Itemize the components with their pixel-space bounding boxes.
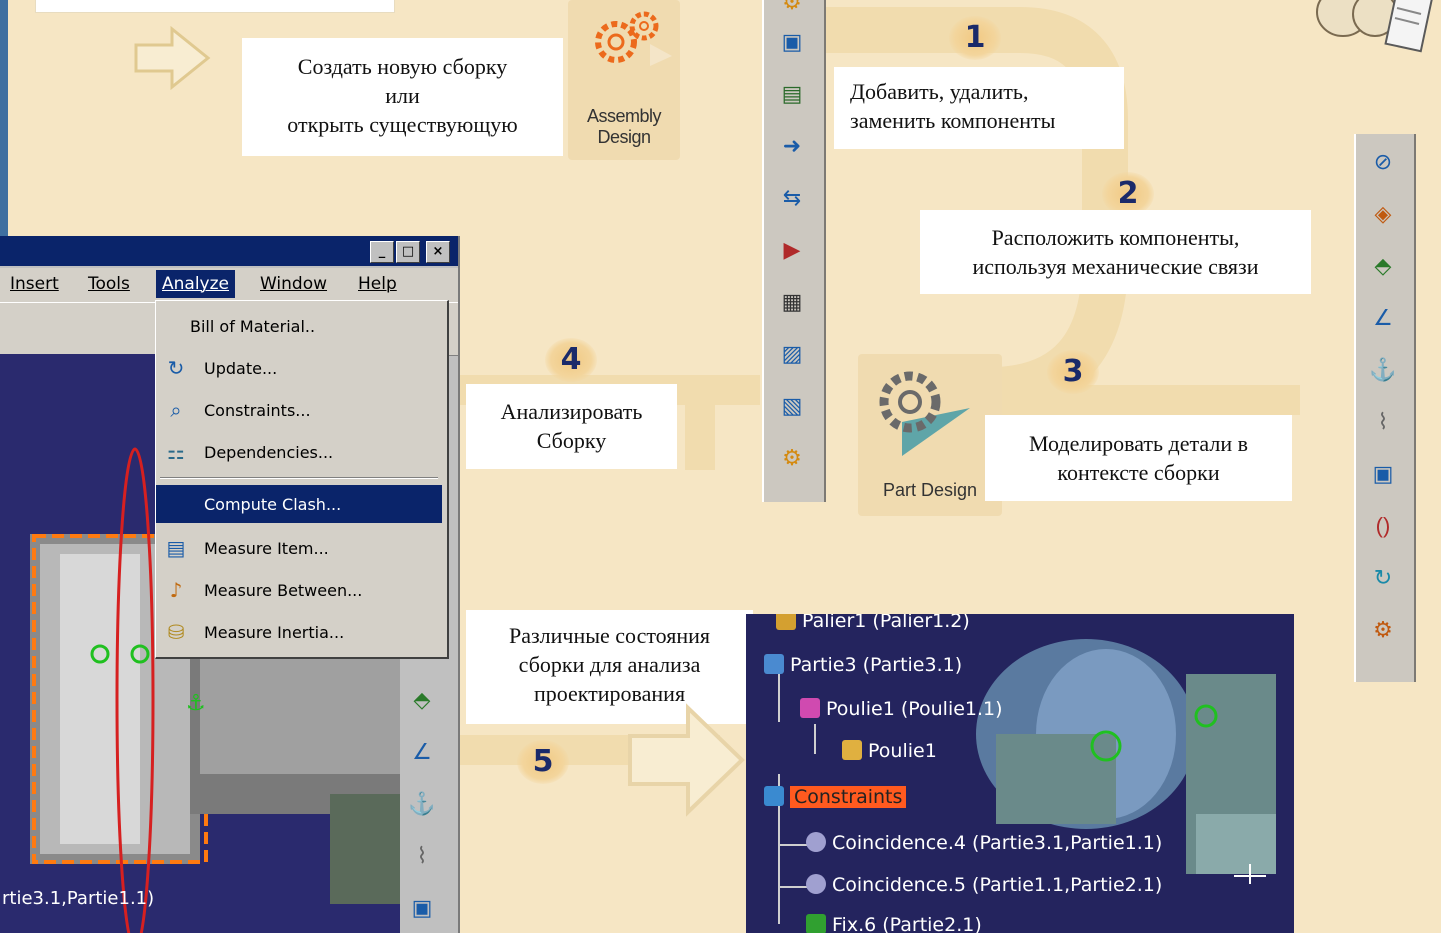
fix-icon [806, 914, 826, 933]
constraints-icon: ⌕ [170, 398, 182, 422]
step-1-number: 1 [949, 16, 1001, 60]
reuse-pattern-icon[interactable]: () [1369, 512, 1397, 540]
gears-icon [595, 11, 672, 66]
coincidence-icon [806, 832, 826, 852]
offset-constraint-icon[interactable]: ⬘ [408, 686, 436, 714]
flow-arrow-icon [134, 25, 211, 91]
constraints-icon [764, 786, 784, 806]
tree-item-coincidence-4[interactable]: Coincidence.4 (Partie3.1,Partie1.1) [806, 832, 1162, 854]
menu-separator [160, 477, 438, 479]
product-icon [764, 654, 784, 674]
measure-between-icon: ♪ [169, 578, 183, 602]
callout-position-components: Расположить компоненты, используя механи… [920, 210, 1311, 294]
product-icon [800, 698, 820, 718]
tree-item-constraints[interactable]: Constraints [764, 786, 907, 808]
graph-tree-reordering-icon[interactable]: ▶ [778, 236, 806, 264]
menu-item-compute-clash[interactable]: Compute Clash... [156, 485, 442, 523]
tree-item-coincidence-5[interactable]: Coincidence.5 (Partie1.1,Partie2.1) [806, 874, 1162, 896]
documents-illustration-icon [1316, 0, 1434, 53]
menu-item-constraints[interactable]: ⌕ Constraints... [156, 391, 442, 429]
tree-item-poulie1-instance[interactable]: Poulie1 (Poulie1.1) [800, 698, 1003, 720]
tree-item-poulie1-part[interactable]: Poulie1 [842, 740, 937, 762]
replace-component-icon[interactable]: ⇆ [778, 184, 806, 212]
multi-instantiation-icon[interactable]: ⚙ [778, 444, 806, 472]
fix-component-icon[interactable]: ⚓ [1369, 356, 1397, 384]
manage-representations-icon[interactable]: ▧ [778, 392, 806, 420]
callout-model-parts: Моделировать детали в контексте сборки [985, 415, 1292, 501]
analyze-dropdown-menu: Bill of Material.. ↻ Update... ⌕ Constra… [155, 300, 449, 659]
tree-item-partie3[interactable]: Partie3 (Partie3.1) [764, 654, 962, 676]
fix-together-icon[interactable]: ⌇ [1369, 408, 1397, 436]
measure-inertia-icon: ⛁ [167, 620, 185, 644]
menu-bar: Insert Tools Analyze Window Help [0, 268, 458, 302]
flow-arrow-icon [628, 703, 745, 817]
close-button[interactable]: × [426, 241, 450, 263]
menu-item-bill-of-material[interactable]: Bill of Material.. [156, 307, 442, 345]
window-titlebar: _ □ × [0, 236, 458, 266]
menu-insert[interactable]: Insert [10, 274, 59, 294]
selection-status-text: rtie3.1,Partie1.1) [2, 888, 155, 909]
step-3-number: 3 [1047, 350, 1099, 394]
header-box [35, 0, 395, 13]
coincidence-constraint-icon[interactable]: ⊘ [1369, 148, 1397, 176]
coincidence-icon [806, 874, 826, 894]
product-structure-toolbar: ⚙ ▣ ▤ ➜ ⇆ ▶ ▦ ▨ ▧ ⚙ [762, 0, 826, 502]
angle-constraint-icon[interactable]: ∠ [1369, 304, 1397, 332]
existing-component-icon[interactable]: ➜ [778, 132, 806, 160]
contact-constraint-icon[interactable]: ◈ [1369, 200, 1397, 228]
maximize-button[interactable]: □ [396, 241, 420, 263]
selective-load-icon[interactable]: ▨ [778, 340, 806, 368]
angle-constraint-icon[interactable]: ∠ [408, 738, 436, 766]
toolbar-button-icon[interactable]: ⚙ [778, 0, 806, 16]
quick-constraint-icon[interactable]: ▣ [408, 894, 436, 922]
window-constraint-toolbar: ⬘ ∠ ⚓ ⌇ ▣ [402, 636, 442, 933]
menu-window[interactable]: Window [260, 274, 327, 294]
quick-constraint-icon[interactable]: ▣ [1369, 460, 1397, 488]
gear-icon [879, 371, 970, 456]
fix-together-icon[interactable]: ⌇ [408, 842, 436, 870]
menu-item-measure-between[interactable]: ♪ Measure Between... [156, 571, 442, 609]
menu-item-update[interactable]: ↻ Update... [156, 349, 442, 387]
tree-item-fix-6[interactable]: Fix.6 (Partie2.1) [806, 914, 982, 933]
callout-analyze-assembly: Анализировать Сборку [466, 384, 677, 469]
constraints-toolbar: ⊘ ◈ ⬘ ∠ ⚓ ⌇ ▣ () ↻ ⚙ [1354, 134, 1416, 682]
part-icon [842, 740, 862, 760]
measure-item-icon: ▤ [166, 536, 186, 560]
assembly-design-label: Assembly Design [586, 106, 662, 147]
offset-constraint-icon[interactable]: ⬘ [1369, 252, 1397, 280]
specification-tree-window: Palier1 (Palier1.2) Partie3 (Partie3.1) … [746, 614, 1294, 933]
part-design-label: Part Design [882, 480, 978, 500]
product-icon [776, 614, 796, 630]
menu-tools[interactable]: Tools [88, 274, 130, 294]
part-design-workbench[interactable]: Part Design [858, 354, 1002, 516]
svg-text:⚓: ⚓ [186, 691, 206, 716]
callout-create-assembly: Создать новую сборку или открыть существ… [242, 38, 563, 156]
menu-item-dependencies[interactable]: ⚏ Dependencies... [156, 433, 442, 471]
minimize-button[interactable]: _ [370, 241, 394, 263]
change-constraint-icon[interactable]: ↻ [1369, 564, 1397, 592]
new-component-icon[interactable]: ▣ [778, 28, 806, 56]
menu-item-measure-inertia[interactable]: ⛁ Measure Inertia... [156, 613, 442, 651]
fix-component-icon[interactable]: ⚓ [408, 790, 436, 818]
menu-item-measure-item[interactable]: ▤ Measure Item... [156, 529, 442, 567]
update-icon: ↻ [167, 356, 185, 380]
generate-numbering-icon[interactable]: ▦ [778, 288, 806, 316]
step-4-number: 4 [545, 338, 597, 382]
tree-item-palier1[interactable]: Palier1 (Palier1.2) [776, 614, 970, 632]
step-5-number: 5 [517, 740, 569, 784]
flexible-subassembly-icon[interactable]: ⚙ [1369, 616, 1397, 644]
dependencies-icon: ⚏ [167, 440, 185, 464]
assembly-design-workbench[interactable]: Assembly Design [568, 0, 680, 160]
new-product-icon[interactable]: ▤ [778, 80, 806, 108]
callout-add-components: Добавить, удалить, заменить компоненты [834, 67, 1124, 149]
menu-help[interactable]: Help [358, 274, 397, 294]
menu-analyze[interactable]: Analyze [156, 270, 235, 298]
